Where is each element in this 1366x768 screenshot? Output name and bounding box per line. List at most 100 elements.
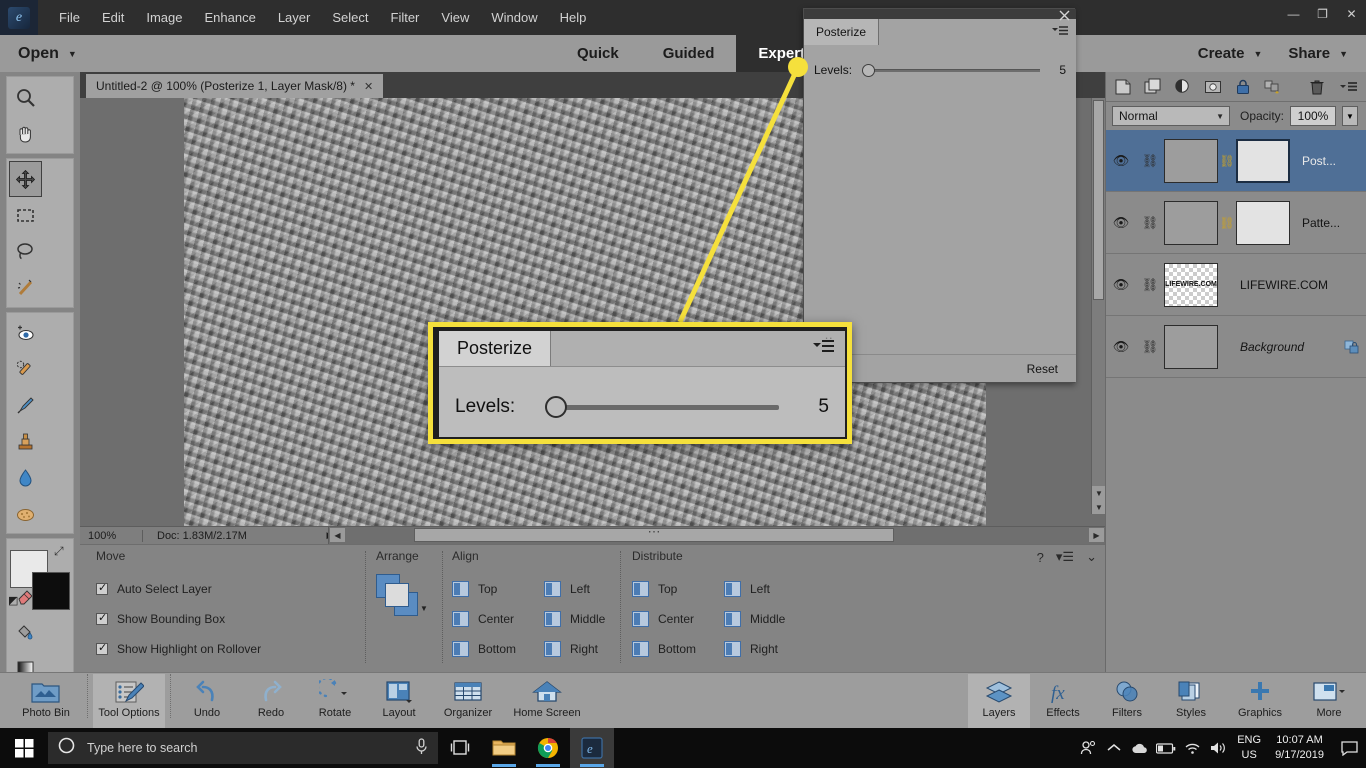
menu-file[interactable]: File: [48, 5, 91, 30]
layer-visibility-icon[interactable]: 👁: [1106, 215, 1136, 231]
organizer-button[interactable]: Organizer: [432, 674, 504, 728]
callout-levels-slider-knob[interactable]: [545, 396, 567, 418]
align-middle-button[interactable]: Middle: [544, 604, 636, 634]
table-row[interactable]: 👁 ⛓ ⛓ Post...: [1106, 130, 1366, 192]
menu-help[interactable]: Help: [549, 5, 598, 30]
layer-name[interactable]: LIFEWIRE.COM: [1218, 278, 1366, 292]
spot-healing-tool[interactable]: [9, 351, 42, 387]
panel-menu-icon[interactable]: [813, 339, 835, 360]
blend-mode-select[interactable]: Normal ▼: [1112, 106, 1230, 126]
scroll-down-arrow-icon[interactable]: ▼: [1092, 486, 1106, 500]
onedrive-icon[interactable]: [1127, 728, 1153, 768]
vertical-scroll-thumb[interactable]: [1093, 100, 1104, 300]
google-chrome-icon[interactable]: [526, 728, 570, 768]
paint-bucket-tool[interactable]: [9, 613, 42, 649]
layer-thumbnail[interactable]: LIFEWIRE.COM: [1164, 262, 1218, 307]
task-view-icon[interactable]: [438, 728, 482, 768]
levels-slider-knob[interactable]: [862, 63, 875, 77]
lock-icon[interactable]: [1234, 78, 1252, 96]
styles-panel-button[interactable]: Styles: [1160, 674, 1222, 728]
people-icon[interactable]: [1075, 728, 1101, 768]
search-input[interactable]: Type here to search: [48, 732, 438, 764]
document-tab[interactable]: Untitled-2 @ 100% (Posterize 1, Layer Ma…: [86, 74, 384, 98]
rotate-button[interactable]: Rotate: [304, 674, 366, 728]
callout-levels-slider[interactable]: [545, 395, 795, 419]
speaker-icon[interactable]: [1205, 728, 1231, 768]
layer-name[interactable]: Post...: [1290, 154, 1366, 168]
minimize-button[interactable]: —: [1279, 2, 1308, 26]
graphics-panel-button[interactable]: Graphics: [1224, 674, 1296, 728]
tab-posterize[interactable]: Posterize: [804, 19, 880, 45]
panel-menu-icon[interactable]: [1338, 78, 1358, 96]
menu-edit[interactable]: Edit: [91, 5, 135, 30]
restore-button[interactable]: ❐: [1308, 2, 1337, 26]
help-icon[interactable]: ?: [1037, 550, 1044, 565]
show-highlight-on-rollover-option[interactable]: Show Highlight on Rollover: [96, 634, 261, 664]
new-layer-icon[interactable]: [1114, 78, 1132, 96]
effects-panel-button[interactable]: fx Effects: [1032, 674, 1094, 728]
battery-icon[interactable]: [1153, 728, 1179, 768]
scroll-down-arrow-icon-2[interactable]: ▼: [1092, 500, 1106, 514]
more-panel-button[interactable]: More: [1298, 674, 1360, 728]
mask-link-icon[interactable]: ⛓: [1218, 216, 1236, 230]
callout-tab-posterize[interactable]: Posterize: [439, 331, 552, 366]
scroll-left-arrow-icon[interactable]: ◀: [330, 528, 345, 542]
move-tool[interactable]: [9, 161, 42, 197]
panel-menu-icon[interactable]: [1052, 25, 1068, 40]
zoom-level[interactable]: 100%: [80, 530, 142, 542]
checkbox-checked-icon[interactable]: [96, 641, 108, 655]
layout-button[interactable]: Layout: [368, 674, 430, 728]
layer-thumbnail[interactable]: [1164, 138, 1218, 183]
layer-name[interactable]: Patte...: [1290, 216, 1366, 230]
distribute-center-button[interactable]: Center: [632, 604, 724, 634]
menu-layer[interactable]: Layer: [267, 5, 322, 30]
menu-filter[interactable]: Filter: [380, 5, 431, 30]
align-bottom-button[interactable]: Bottom: [452, 634, 544, 664]
layer-visibility-icon[interactable]: 👁: [1106, 277, 1136, 293]
layer-mask-thumbnail[interactable]: [1236, 200, 1290, 245]
auto-select-layer-option[interactable]: Auto Select Layer: [96, 574, 261, 604]
distribute-top-button[interactable]: Top: [632, 574, 724, 604]
layer-mask-thumbnail[interactable]: [1236, 138, 1290, 183]
opacity-input[interactable]: 100%: [1290, 106, 1337, 126]
lasso-tool[interactable]: [9, 233, 42, 269]
align-top-button[interactable]: Top: [452, 574, 544, 604]
horizontal-scrollbar[interactable]: ◀ ▶: [328, 527, 1105, 544]
clone-stamp-tool[interactable]: [9, 423, 42, 459]
swap-colors-icon[interactable]: ⤢: [54, 544, 64, 559]
hand-tool[interactable]: [9, 115, 42, 151]
distribute-right-button[interactable]: Right: [724, 634, 816, 664]
adjustment-layer-icon[interactable]: [1174, 78, 1192, 96]
layers-panel-button[interactable]: Layers: [968, 673, 1030, 728]
levels-slider[interactable]: [862, 61, 1040, 79]
vertical-scrollbar[interactable]: ▼ ▼: [1091, 98, 1106, 514]
table-row[interactable]: 👁 ⛓ ⛓ Patte...: [1106, 192, 1366, 254]
reset-button[interactable]: Reset: [1027, 362, 1058, 376]
share-button[interactable]: Share ▼: [1288, 45, 1348, 62]
show-bounding-box-option[interactable]: Show Bounding Box: [96, 604, 261, 634]
create-button[interactable]: Create ▼: [1198, 45, 1263, 62]
photo-bin-button[interactable]: Photo Bin: [10, 674, 82, 728]
mask-link-icon[interactable]: ⛓: [1218, 154, 1236, 168]
background-color-swatch[interactable]: [32, 572, 70, 610]
red-eye-tool[interactable]: [9, 315, 42, 351]
clock[interactable]: 10:07 AM 9/17/2019: [1267, 733, 1332, 763]
align-left-button[interactable]: Left: [544, 574, 636, 604]
close-button[interactable]: ✕: [1337, 2, 1366, 26]
redo-button[interactable]: Redo: [240, 674, 302, 728]
filters-panel-button[interactable]: Filters: [1096, 674, 1158, 728]
photoshop-elements-icon[interactable]: e: [570, 728, 614, 768]
default-colors-icon[interactable]: ◩: [8, 594, 18, 607]
arrange-button[interactable]: ▼: [376, 574, 428, 618]
menu-view[interactable]: View: [430, 5, 480, 30]
table-row[interactable]: 👁 ⛓ Background: [1106, 316, 1366, 378]
layer-mask-icon[interactable]: [1204, 78, 1222, 96]
tab-guided[interactable]: Guided: [641, 35, 737, 72]
menu-select[interactable]: Select: [321, 5, 379, 30]
align-right-button[interactable]: Right: [544, 634, 636, 664]
show-hidden-icons-icon[interactable]: [1101, 728, 1127, 768]
layer-link-icon[interactable]: ⛓: [1136, 339, 1164, 355]
windows-start-icon[interactable]: [0, 728, 48, 768]
scroll-right-arrow-icon[interactable]: ▶: [1089, 528, 1104, 542]
smart-brush-tool[interactable]: [9, 387, 42, 423]
